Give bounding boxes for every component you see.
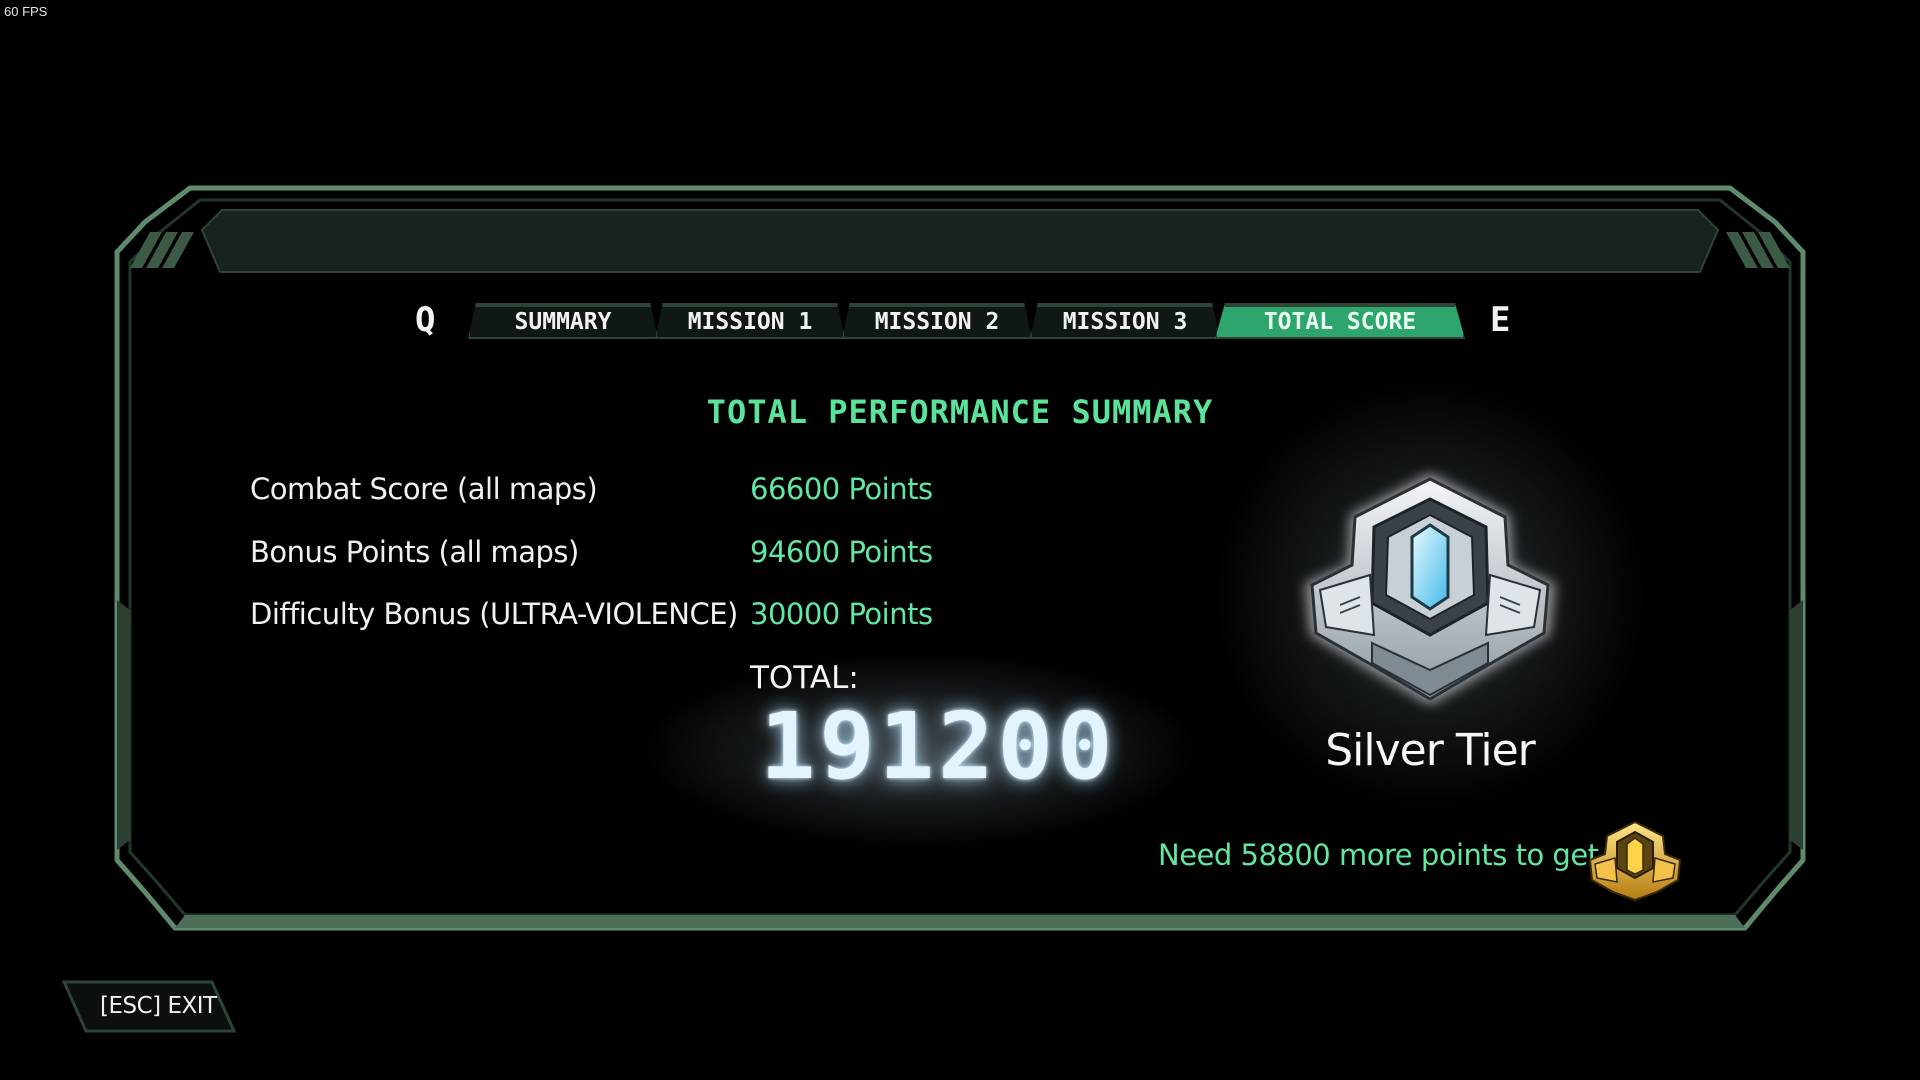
difficulty-bonus-value: 30000 Points [750, 597, 933, 631]
tab-mission-3-label: MISSION 3 [1062, 309, 1188, 335]
tab-summary-label: SUMMARY [514, 309, 612, 335]
gold-tier-medal-icon [1588, 820, 1682, 902]
tab-total-score[interactable]: TOTAL SCORE [1215, 303, 1465, 339]
tab-mission-2[interactable]: MISSION 2 [842, 303, 1032, 339]
tab-summary[interactable]: SUMMARY [468, 303, 658, 339]
tab-mission-1-label: MISSION 1 [687, 309, 813, 335]
bonus-points-value: 94600 Points [750, 535, 933, 569]
tab-mission-1[interactable]: MISSION 1 [655, 303, 845, 339]
next-tier-requirement: Need 58800 more points to get [1158, 838, 1599, 872]
combat-score-value: 66600 Points [750, 472, 933, 506]
tab-total-score-label: TOTAL SCORE [1263, 309, 1417, 335]
total-value: 191200 [760, 693, 1117, 800]
bonus-points-label: Bonus Points (all maps) [250, 535, 579, 569]
exit-label: [ESC] EXIT [100, 993, 217, 1019]
exit-button[interactable]: [ESC] EXIT [62, 980, 237, 1033]
tab-mission-2-label: MISSION 2 [874, 309, 1000, 335]
tab-mission-3[interactable]: MISSION 3 [1030, 303, 1220, 339]
total-label: TOTAL: [750, 660, 859, 696]
difficulty-bonus-label: Difficulty Bonus (ULTRA-VIOLENCE) [250, 597, 738, 631]
tier-name: Silver Tier [1325, 725, 1535, 776]
prev-tab-key-hint[interactable]: Q [415, 300, 435, 340]
combat-score-label: Combat Score (all maps) [250, 472, 598, 506]
silver-tier-medal-icon [1305, 473, 1555, 705]
next-tab-key-hint[interactable]: E [1490, 300, 1510, 340]
results-screen: 60 FPS Q SUMMARY MISSION 1 MISSION 2 MIS… [0, 0, 1920, 1080]
